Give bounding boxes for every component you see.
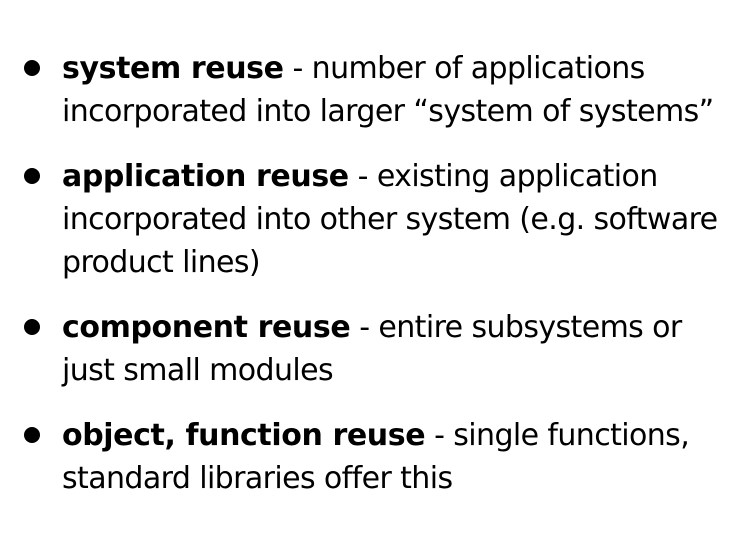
bullet-separator: - <box>348 159 377 194</box>
bullet-list: system reuse - number of applications in… <box>0 47 751 500</box>
bullet-dot-icon <box>24 319 40 335</box>
bullet-separator: - <box>425 418 454 453</box>
bullet-separator: - <box>283 51 312 86</box>
slide: system reuse - number of applications in… <box>0 0 751 559</box>
bullet-item-component-reuse: component reuse - entire subsystems or j… <box>0 306 751 392</box>
bullet-item-object-function-reuse: object, function reuse - single function… <box>0 414 751 500</box>
bullet-dot-icon <box>24 168 40 184</box>
bullet-term: system reuse <box>62 51 284 86</box>
bullet-item-application-reuse: application reuse - existing application… <box>0 155 751 284</box>
bullet-dot-icon <box>24 427 40 443</box>
bullet-term: object, function reuse <box>62 418 426 453</box>
bullet-item-system-reuse: system reuse - number of applications in… <box>0 47 751 133</box>
bullet-dot-icon <box>24 60 40 76</box>
bullet-term: component reuse <box>62 310 351 345</box>
bullet-term: application reuse <box>62 159 349 194</box>
bullet-separator: - <box>350 310 379 345</box>
